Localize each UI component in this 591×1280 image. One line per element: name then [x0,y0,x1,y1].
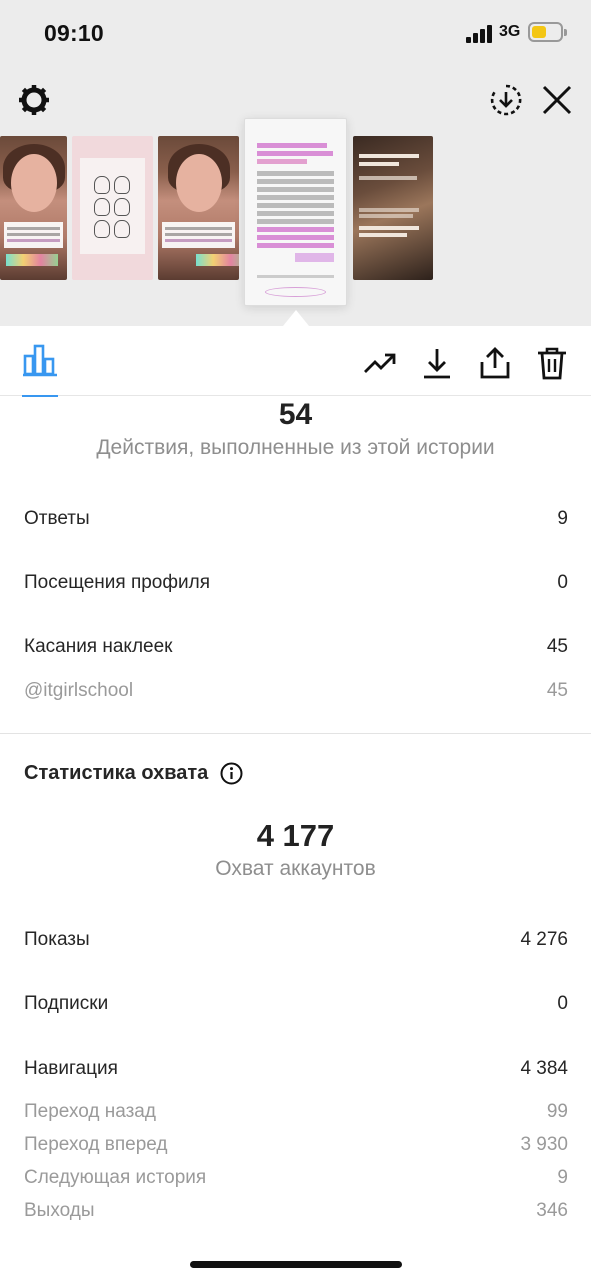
stat-value: 4 276 [520,929,568,950]
stat-label: Следующая история [24,1167,207,1188]
stat-subrow-next-story: Следующая история 9 [24,1164,568,1192]
stat-label: Показы [24,929,90,950]
section-divider [0,733,591,734]
stat-label: @itgirlschool [24,680,134,701]
story-thumbnail[interactable] [0,136,67,280]
stat-subrow-forward: Переход вперед 3 930 [24,1131,568,1159]
trash-icon [538,347,566,380]
stat-subrow-back: Переход назад 99 [24,1098,568,1126]
stat-row-replies: Ответы 9 [24,504,568,534]
stat-value: 99 [546,1101,568,1122]
stat-label: Навигация [24,1058,118,1079]
status-time: 09:10 [44,20,104,46]
story-thumbnail[interactable] [158,136,239,280]
reach-total-label: Охват аккаунтов [215,857,376,880]
stat-label: Посещения профиля [24,572,210,593]
tab-insights[interactable] [22,342,58,397]
story-thumbnail[interactable] [353,136,433,280]
stat-label: Переход вперед [24,1134,168,1155]
stat-row-follows: Подписки 0 [24,989,568,1019]
stat-value: 45 [546,680,568,701]
stat-value: 346 [536,1200,568,1221]
download-icon [424,349,450,379]
trending-up-icon [364,353,396,373]
story-thumbnail-selected[interactable] [244,118,347,306]
stat-label: Касания наклеек [24,636,173,657]
stat-value: 9 [557,1167,568,1188]
stat-subrow-mention-sticker: @itgirlschool 45 [24,677,568,705]
delete-button[interactable] [533,344,571,382]
stat-value: 45 [546,636,568,657]
reach-section-title: Статистика охвата [24,758,243,788]
status-bar: 09:10 3G [0,0,591,66]
insights-toolbar [0,326,591,397]
stat-value: 3 930 [520,1134,568,1155]
interactions-total-label: Действия, выполненные из этой истории [96,436,495,459]
stat-row-profile-visits: Посещения профиля 0 [24,568,568,598]
download-button[interactable] [418,344,456,382]
interactions-total: 54 [278,398,313,431]
story-thumbnail-strip [0,112,591,306]
stat-subrow-exits: Выходы 346 [24,1197,568,1225]
stat-value: 4 384 [520,1058,568,1079]
stat-row-sticker-taps: Касания наклеек 45 [24,632,568,662]
home-indicator [190,1261,402,1268]
signal-icon [466,25,494,43]
promote-button[interactable] [361,344,399,382]
active-tab-indicator [22,395,58,397]
share-button[interactable] [476,344,514,382]
share-icon [480,347,510,379]
section-title-text: Статистика охвата [24,761,209,784]
story-preview-area: 09:10 3G [0,0,591,326]
battery-icon [528,22,567,42]
stat-row-impressions: Показы 4 276 [24,925,568,955]
stat-row-navigation: Навигация 4 384 [24,1054,568,1084]
stat-label: Выходы [24,1200,95,1221]
stat-label: Переход назад [24,1101,156,1122]
info-icon[interactable] [220,762,243,785]
stat-value: 9 [557,508,568,529]
story-thumbnail[interactable] [72,136,153,280]
selected-story-pointer [283,310,309,326]
network-type: 3G [499,23,521,40]
stat-label: Подписки [24,993,109,1014]
bar-chart-icon [23,344,57,377]
stat-value: 0 [557,993,568,1014]
reach-total: 4 177 [256,818,335,853]
stat-label: Ответы [24,508,90,529]
stat-value: 0 [557,572,568,593]
